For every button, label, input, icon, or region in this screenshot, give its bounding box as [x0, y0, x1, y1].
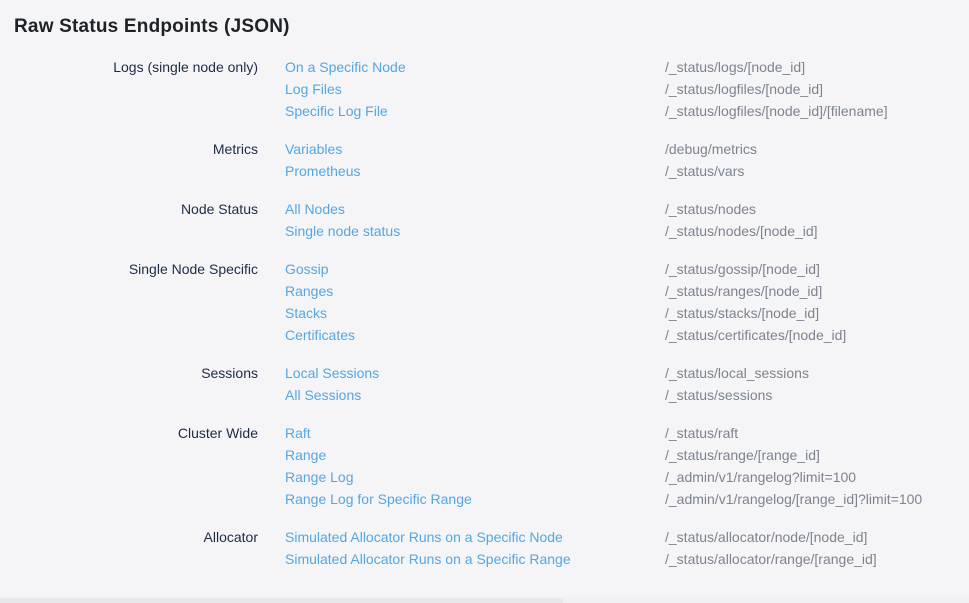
- endpoint-path: /_status/range/[range_id]: [665, 444, 969, 466]
- endpoint-path: /_status/certificates/[node_id]: [665, 324, 969, 346]
- endpoint-path: /_status/logfiles/[node_id]: [665, 78, 969, 100]
- paths-column: /_status/logs/[node_id]/_status/logfiles…: [638, 56, 969, 122]
- endpoint-path: /_status/allocator/node/[node_id]: [665, 526, 969, 548]
- endpoint-path: /_status/allocator/range/[range_id]: [665, 548, 969, 570]
- endpoint-table: Logs (single node only)On a Specific Nod…: [0, 56, 969, 570]
- endpoint-section: Cluster WideRaftRangeRange LogRange Log …: [0, 422, 969, 510]
- endpoint-section: Node StatusAll NodesSingle node status/_…: [0, 198, 969, 242]
- endpoint-link[interactable]: Range Log: [285, 466, 638, 488]
- endpoint-link[interactable]: Simulated Allocator Runs on a Specific N…: [285, 526, 638, 548]
- endpoint-link[interactable]: Raft: [285, 422, 638, 444]
- endpoint-link[interactable]: Variables: [285, 138, 638, 160]
- endpoint-path: /_status/stacks/[node_id]: [665, 302, 969, 324]
- endpoint-path: /_status/vars: [665, 160, 969, 182]
- endpoint-link[interactable]: Local Sessions: [285, 362, 638, 384]
- endpoint-section: Logs (single node only)On a Specific Nod…: [0, 56, 969, 122]
- endpoint-link[interactable]: Stacks: [285, 302, 638, 324]
- category-label: Single Node Specific: [0, 258, 258, 346]
- category-label: Node Status: [0, 198, 258, 242]
- endpoint-section: Single Node SpecificGossipRangesStacksCe…: [0, 258, 969, 346]
- endpoint-path: /_status/raft: [665, 422, 969, 444]
- endpoint-link[interactable]: Specific Log File: [285, 100, 638, 122]
- links-column: Local SessionsAll Sessions: [258, 362, 638, 406]
- endpoint-link[interactable]: Certificates: [285, 324, 638, 346]
- paths-column: /_status/gossip/[node_id]/_status/ranges…: [638, 258, 969, 346]
- category-label: Sessions: [0, 362, 258, 406]
- endpoint-path: /_admin/v1/rangelog?limit=100: [665, 466, 969, 488]
- links-column: RaftRangeRange LogRange Log for Specific…: [258, 422, 638, 510]
- endpoint-link[interactable]: Prometheus: [285, 160, 638, 182]
- endpoint-section: SessionsLocal SessionsAll Sessions/_stat…: [0, 362, 969, 406]
- links-column: All NodesSingle node status: [258, 198, 638, 242]
- endpoint-link[interactable]: On a Specific Node: [285, 56, 638, 78]
- links-column: VariablesPrometheus: [258, 138, 638, 182]
- endpoint-link[interactable]: Gossip: [285, 258, 638, 280]
- category-label: Logs (single node only): [0, 56, 258, 122]
- endpoint-link[interactable]: All Sessions: [285, 384, 638, 406]
- endpoint-path: /debug/metrics: [665, 138, 969, 160]
- endpoint-link[interactable]: Single node status: [285, 220, 638, 242]
- paths-column: /_status/nodes/_status/nodes/[node_id]: [638, 198, 969, 242]
- endpoint-path: /_status/gossip/[node_id]: [665, 258, 969, 280]
- endpoint-link[interactable]: Log Files: [285, 78, 638, 100]
- endpoint-path: /_status/local_sessions: [665, 362, 969, 384]
- endpoint-path: /_status/ranges/[node_id]: [665, 280, 969, 302]
- endpoint-path: /_status/nodes: [665, 198, 969, 220]
- endpoint-path: /_status/logs/[node_id]: [665, 56, 969, 78]
- links-column: Simulated Allocator Runs on a Specific N…: [258, 526, 638, 570]
- endpoint-section: Allocator Simulated Allocator Runs on a S…: [0, 526, 969, 570]
- bottom-strip: [0, 598, 563, 603]
- endpoint-path: /_status/sessions: [665, 384, 969, 406]
- links-column: On a Specific NodeLog FilesSpecific Log …: [258, 56, 638, 122]
- paths-column: /debug/metrics/_status/vars: [638, 138, 969, 182]
- links-column: GossipRangesStacksCertificates: [258, 258, 638, 346]
- endpoint-section: MetricsVariablesPrometheus/debug/metrics…: [0, 138, 969, 182]
- endpoint-path: /_admin/v1/rangelog/[range_id]?limit=100: [665, 488, 969, 510]
- paths-column: /_status/local_sessions/_status/sessions: [638, 362, 969, 406]
- endpoint-link[interactable]: Ranges: [285, 280, 638, 302]
- endpoint-link[interactable]: All Nodes: [285, 198, 638, 220]
- endpoint-path: /_status/logfiles/[node_id]/[filename]: [665, 100, 969, 122]
- endpoint-link[interactable]: Simulated Allocator Runs on a Specific R…: [285, 548, 638, 570]
- category-label: Metrics: [0, 138, 258, 182]
- category-label: Allocator: [0, 526, 258, 570]
- category-label: Cluster Wide: [0, 422, 258, 510]
- paths-column: /_status/allocator/node/[node_id]/_statu…: [638, 526, 969, 570]
- paths-column: /_status/raft/_status/range/[range_id]/_…: [638, 422, 969, 510]
- endpoint-link[interactable]: Range Log for Specific Range: [285, 488, 638, 510]
- page-title: Raw Status Endpoints (JSON): [0, 0, 969, 39]
- endpoint-link[interactable]: Range: [285, 444, 638, 466]
- endpoint-path: /_status/nodes/[node_id]: [665, 220, 969, 242]
